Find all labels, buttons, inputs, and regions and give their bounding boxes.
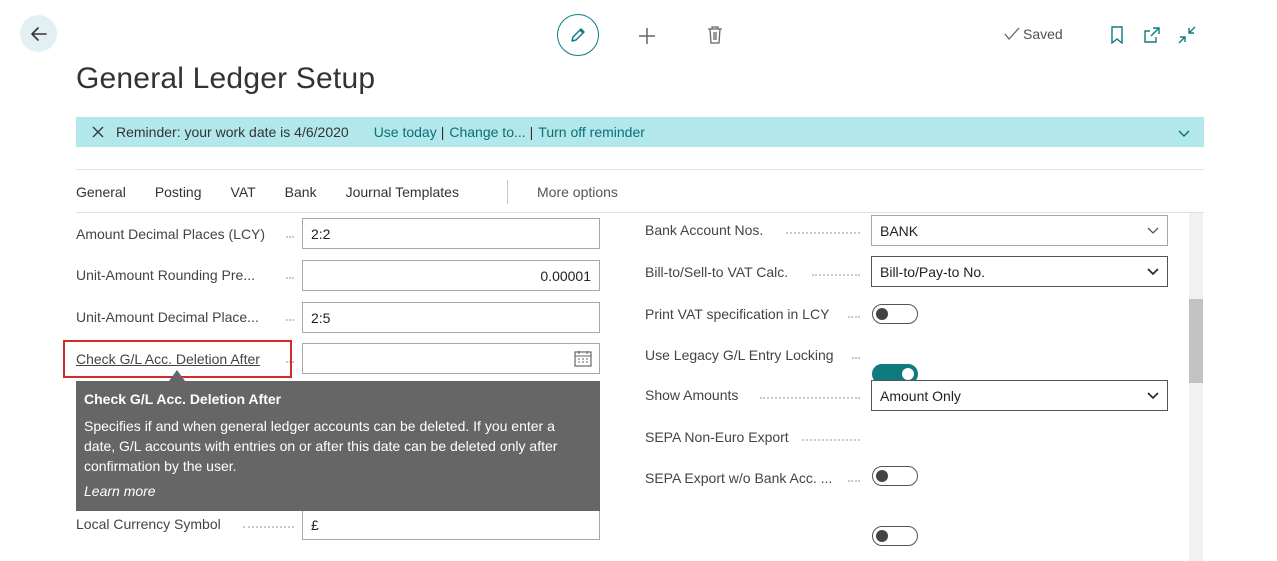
chevron-down-icon <box>1178 130 1190 137</box>
toggle-knob <box>876 307 888 320</box>
unit-amount-decimal-label: Unit-Amount Decimal Place... <box>76 309 259 325</box>
chevron-down-icon <box>1147 267 1159 275</box>
dots-leader <box>286 277 294 279</box>
dots-leader <box>848 316 860 318</box>
unit-amount-rounding-input[interactable]: 0.00001 <box>302 260 600 291</box>
dots-leader <box>852 357 860 359</box>
tab-vat[interactable]: VAT <box>231 184 256 200</box>
show-amounts-select[interactable]: Amount Only <box>871 380 1168 411</box>
scrollbar-thumb[interactable] <box>1189 299 1203 383</box>
field-tooltip: Check G/L Acc. Deletion After Specifies … <box>76 381 600 511</box>
show-amounts-label: Show Amounts <box>645 387 739 403</box>
saved-label: Saved <box>1023 26 1063 42</box>
reminder-banner: Reminder: your work date is 4/6/2020 Use… <box>76 117 1204 147</box>
open-new-window-button[interactable] <box>1141 24 1163 46</box>
local-currency-symbol-label: Local Currency Symbol <box>76 516 221 532</box>
close-icon <box>92 126 104 138</box>
trash-icon <box>708 26 722 44</box>
turn-off-reminder-link[interactable]: Turn off reminder <box>538 124 645 140</box>
tooltip-body: Specifies if and when general ledger acc… <box>84 418 558 474</box>
learn-more-link[interactable]: Learn more <box>84 483 592 499</box>
dots-leader <box>812 274 860 276</box>
tab-journal-templates[interactable]: Journal Templates <box>346 184 459 200</box>
collapse-icon <box>1178 26 1196 44</box>
tab-general[interactable]: General <box>76 184 126 200</box>
unit-amount-rounding-label: Unit-Amount Rounding Pre... <box>76 267 255 283</box>
amount-decimal-places-input[interactable]: 2:2 <box>302 218 600 249</box>
tab-bank[interactable]: Bank <box>285 184 317 200</box>
reminder-message: Reminder: your work date is 4/6/2020 <box>116 124 349 140</box>
open-in-new-icon <box>1144 27 1160 43</box>
bill-to-vat-calc-value: Bill-to/Pay-to No. <box>880 263 986 280</box>
expand-reminder-button[interactable] <box>1178 125 1190 141</box>
action-tabs: General Posting VAT Bank Journal Templat… <box>76 184 488 200</box>
page-title: General Ledger Setup <box>76 62 376 95</box>
print-vat-spec-label: Print VAT specification in LCY <box>645 306 830 322</box>
change-to-link[interactable]: Change to... <box>449 124 525 140</box>
divider <box>76 212 1204 213</box>
pencil-icon <box>571 28 585 42</box>
legacy-locking-label: Use Legacy G/L Entry Locking <box>645 347 834 363</box>
dots-leader <box>848 480 860 482</box>
sepa-non-euro-toggle[interactable] <box>872 466 918 486</box>
scrollbar-track[interactable] <box>1189 213 1203 561</box>
tab-posting[interactable]: Posting <box>155 184 202 200</box>
sepa-wo-bank-toggle[interactable] <box>872 526 918 546</box>
calendar-button[interactable] <box>574 350 592 372</box>
tooltip-title: Check G/L Acc. Deletion After <box>84 391 282 407</box>
new-button[interactable] <box>636 25 658 47</box>
sepa-non-euro-label: SEPA Non-Euro Export <box>645 429 789 445</box>
bookmark-button[interactable] <box>1107 24 1127 46</box>
dots-leader <box>786 232 860 234</box>
toggle-knob <box>876 529 888 542</box>
bank-account-nos-label: Bank Account Nos. <box>645 222 764 238</box>
bank-account-nos-select[interactable]: BANK <box>871 215 1168 246</box>
divider <box>76 169 1204 170</box>
toggle-knob <box>902 367 914 380</box>
show-amounts-value: Amount Only <box>880 387 961 404</box>
separator: | <box>529 124 534 140</box>
use-today-link[interactable]: Use today <box>374 124 437 140</box>
tab-divider <box>507 180 508 204</box>
dots-leader <box>802 439 860 441</box>
plus-icon <box>639 28 655 44</box>
check-deletion-after-input[interactable] <box>302 343 600 374</box>
amount-decimal-places-label: Amount Decimal Places (LCY) <box>76 226 266 242</box>
bill-to-vat-calc-select[interactable]: Bill-to/Pay-to No. <box>871 256 1168 287</box>
delete-button[interactable] <box>704 24 726 46</box>
local-currency-symbol-input[interactable]: £ <box>302 509 600 540</box>
edit-button[interactable] <box>557 14 599 56</box>
more-options-button[interactable]: More options <box>537 184 618 200</box>
arrow-left-icon <box>30 26 47 41</box>
calendar-icon <box>574 351 592 367</box>
dots-leader <box>286 236 294 238</box>
bank-account-nos-value: BANK <box>880 222 919 239</box>
sepa-wo-bank-label: SEPA Export w/o Bank Acc. ... <box>645 470 833 486</box>
close-reminder-button[interactable] <box>90 124 106 140</box>
bookmark-icon <box>1111 26 1123 44</box>
collapse-button[interactable] <box>1176 24 1198 46</box>
checkmark-icon <box>1004 27 1020 41</box>
dots-leader <box>760 397 860 399</box>
unit-amount-decimal-input[interactable]: 2:5 <box>302 302 600 333</box>
separator: | <box>440 124 445 140</box>
saved-status: Saved <box>1004 26 1063 42</box>
tooltip-arrow <box>169 370 185 381</box>
back-button[interactable] <box>20 15 57 52</box>
chevron-down-icon <box>1147 227 1159 234</box>
chevron-down-icon <box>1147 391 1159 399</box>
toggle-knob <box>876 469 888 482</box>
print-vat-spec-toggle[interactable] <box>872 304 918 324</box>
dots-leader <box>286 319 294 321</box>
bill-to-vat-calc-label: Bill-to/Sell-to VAT Calc. <box>645 264 789 280</box>
dots-leader <box>243 526 294 528</box>
